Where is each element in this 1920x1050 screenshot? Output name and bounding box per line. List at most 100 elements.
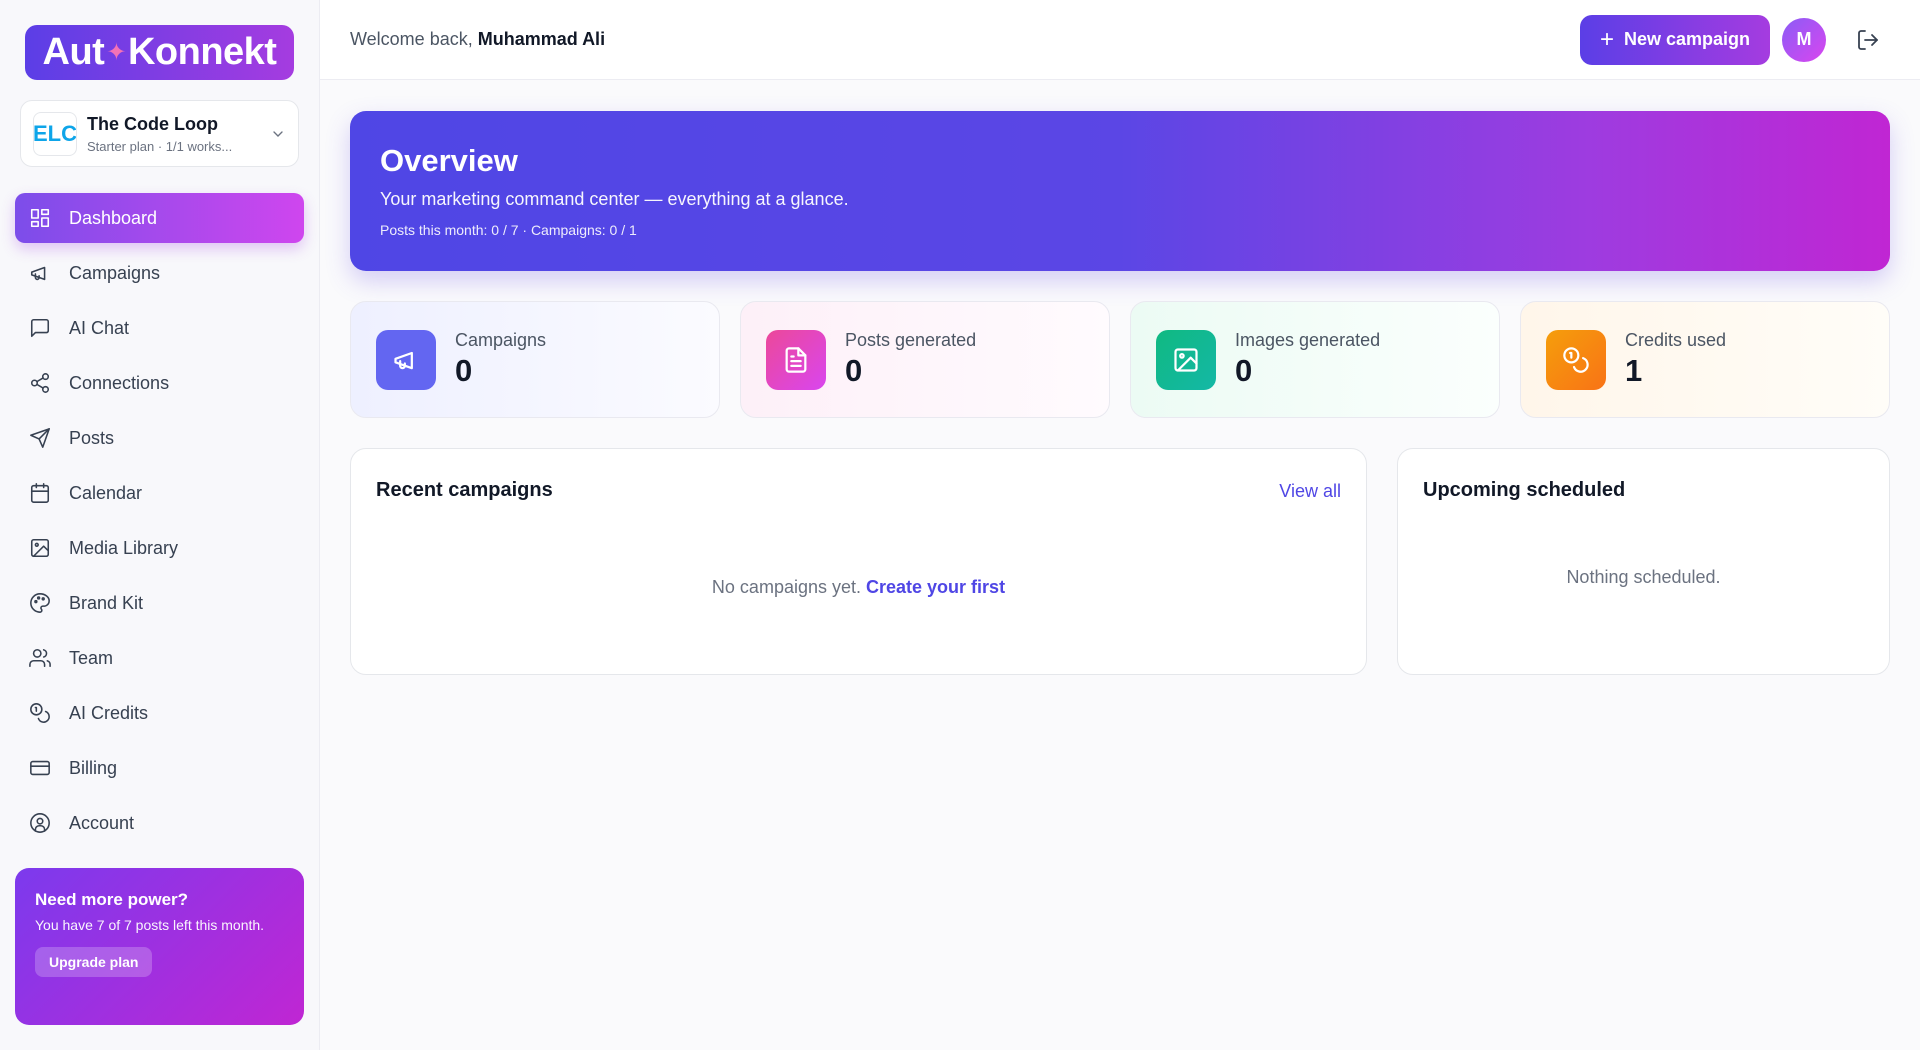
create-first-campaign-link[interactable]: Create your first (866, 577, 1005, 597)
upcoming-scheduled-card: Upcoming scheduled Nothing scheduled. (1397, 448, 1890, 675)
user-name: Muhammad Ali (477, 29, 606, 49)
stat-icon-box (376, 329, 436, 390)
avatar[interactable]: M (1782, 17, 1826, 62)
stat-label: Images generated (1235, 330, 1381, 350)
palette-icon (30, 593, 50, 613)
stat-value: 0 (455, 353, 473, 388)
chevron-down-icon (273, 130, 283, 137)
logo-text-left: Aut (42, 31, 105, 73)
stat-text: Campaigns 0 (455, 330, 546, 389)
upgrade-text: You have 7 of 7 posts left this month. (35, 917, 265, 933)
coins-icon (1563, 346, 1589, 373)
workspace-plan: Starter plan · 1/1 works... (87, 138, 233, 154)
stat-value: 0 (1235, 353, 1253, 388)
sidebar-item-posts[interactable]: Posts (15, 413, 304, 463)
stat-text: Images generated 0 (1235, 330, 1380, 389)
stats-row: Campaigns 0 Posts generated 0 Images gen… (350, 301, 1890, 418)
main-content: Welcome back, Muhammad Ali + New campaig… (320, 0, 1920, 1050)
view-all-link[interactable]: View all (1279, 481, 1341, 502)
workspace-switcher[interactable]: ELC The Code Loop Starter plan · 1/1 wor… (20, 100, 299, 167)
spark-icon: ✦ (106, 39, 126, 66)
sidebar-item-billing[interactable]: Billing (15, 743, 304, 793)
usage-summary: Posts this month: 0 / 7 · Campaigns: 0 /… (380, 222, 637, 238)
stat-text: Credits used 1 (1625, 330, 1726, 389)
share-icon (30, 373, 50, 393)
stat-icon-box (766, 329, 826, 390)
sidebar-item-calendar[interactable]: Calendar (15, 468, 304, 518)
stat-icon-box (1546, 329, 1606, 390)
sidebar-item-ai-credits[interactable]: AI Credits (15, 688, 304, 738)
new-campaign-label: New campaign (1623, 29, 1750, 49)
sidebar: Aut ✦ Konnekt ELC The Code Loop Starter pl… (0, 0, 320, 1050)
stat-label: Posts generated (845, 330, 977, 350)
stat-campaigns: Campaigns 0 (350, 301, 720, 418)
sidebar-item-label: Calendar (69, 482, 143, 503)
topbar: Welcome back, Muhammad Ali + New campaig… (320, 0, 1920, 80)
sidebar-item-label: Brand Kit (69, 592, 144, 613)
sidebar-item-label: Posts (69, 427, 115, 448)
workspace-logo: ELC (33, 111, 77, 156)
send-icon (30, 428, 50, 448)
users-icon (29, 648, 51, 668)
sidebar-item-campaigns[interactable]: Campaigns (15, 248, 304, 298)
sidebar-item-label: AI Chat (69, 317, 130, 338)
sidebar-item-team[interactable]: Team (15, 633, 304, 683)
page-title: Overview (380, 143, 518, 178)
user-circle-icon (30, 813, 50, 833)
sidebar-item-media-library[interactable]: Media Library (15, 523, 304, 573)
workspace-name: The Code Loop (87, 113, 218, 134)
stat-value: 1 (1625, 353, 1643, 388)
sidebar-item-brand-kit[interactable]: Brand Kit (15, 578, 304, 628)
sidebar-item-ai-chat[interactable]: AI Chat (15, 303, 304, 353)
sidebar-item-label: Connections (69, 372, 170, 393)
megaphone-icon (30, 266, 46, 281)
sidebar-item-account[interactable]: Account (15, 798, 304, 848)
sidebar-item-label: AI Credits (69, 702, 149, 723)
sidebar-item-label: Dashboard (69, 207, 158, 228)
workspace-info: The Code Loop Starter plan · 1/1 works..… (87, 114, 270, 154)
empty-state: Nothing scheduled. (1566, 567, 1721, 587)
plus-icon: + (1599, 25, 1614, 53)
workspace-logo-text: ELC (33, 120, 77, 146)
chat-icon (30, 318, 50, 338)
upgrade-title: Need more power? (35, 890, 189, 909)
image-icon (30, 538, 50, 558)
upcoming-scheduled-title: Upcoming scheduled (1423, 479, 1626, 501)
recent-campaigns-title: Recent campaigns (376, 479, 553, 501)
recent-campaigns-card: Recent campaigns View all No campaigns y… (350, 448, 1367, 675)
stat-label: Campaigns (455, 330, 547, 350)
stat-text: Posts generated 0 (845, 330, 976, 389)
document-icon (785, 346, 807, 373)
overview-banner: Overview Your marketing command center —… (350, 111, 1890, 271)
upgrade-card: Need more power? You have 7 of 7 posts l… (15, 868, 304, 1025)
stat-value: 0 (845, 353, 863, 388)
stat-credits-used: Credits used 1 (1520, 301, 1890, 418)
brand-logo[interactable]: Aut ✦ Konnekt (25, 25, 294, 80)
stat-images-generated: Images generated 0 (1130, 301, 1500, 418)
empty-state: No campaigns yet. Create your first (351, 577, 1366, 598)
welcome-prefix: Welcome back, (350, 29, 478, 49)
sidebar-item-label: Account (69, 812, 135, 833)
new-campaign-button[interactable]: + New campaign (1579, 14, 1770, 65)
upgrade-plan-button[interactable]: Upgrade plan (35, 947, 153, 977)
coins-icon (30, 703, 50, 723)
logo-text-right: Konnekt (127, 31, 277, 73)
sidebar-item-label: Team (69, 647, 114, 668)
overview-subtitle: Your marketing command center — everythi… (380, 189, 849, 209)
stat-label: Credits used (1625, 330, 1727, 350)
logout-icon[interactable] (1856, 28, 1880, 52)
card-icon (30, 760, 50, 776)
sidebar-item-connections[interactable]: Connections (15, 358, 304, 408)
stat-icon-box (1156, 329, 1216, 390)
stat-posts-generated: Posts generated 0 (740, 301, 1110, 418)
welcome-message: Welcome back, Muhammad Ali (350, 29, 1580, 50)
sidebar-item-label: Billing (69, 757, 118, 778)
grid-icon (30, 208, 50, 228)
empty-text: No campaigns yet. (711, 577, 861, 597)
megaphone-icon (394, 351, 413, 369)
sidebar-item-dashboard[interactable]: Dashboard (15, 193, 304, 243)
sidebar-nav: Dashboard Campaigns AI Chat Connections … (15, 193, 304, 853)
image-icon (1174, 347, 1198, 372)
sidebar-item-label: Campaigns (69, 262, 161, 283)
calendar-icon (30, 483, 50, 503)
